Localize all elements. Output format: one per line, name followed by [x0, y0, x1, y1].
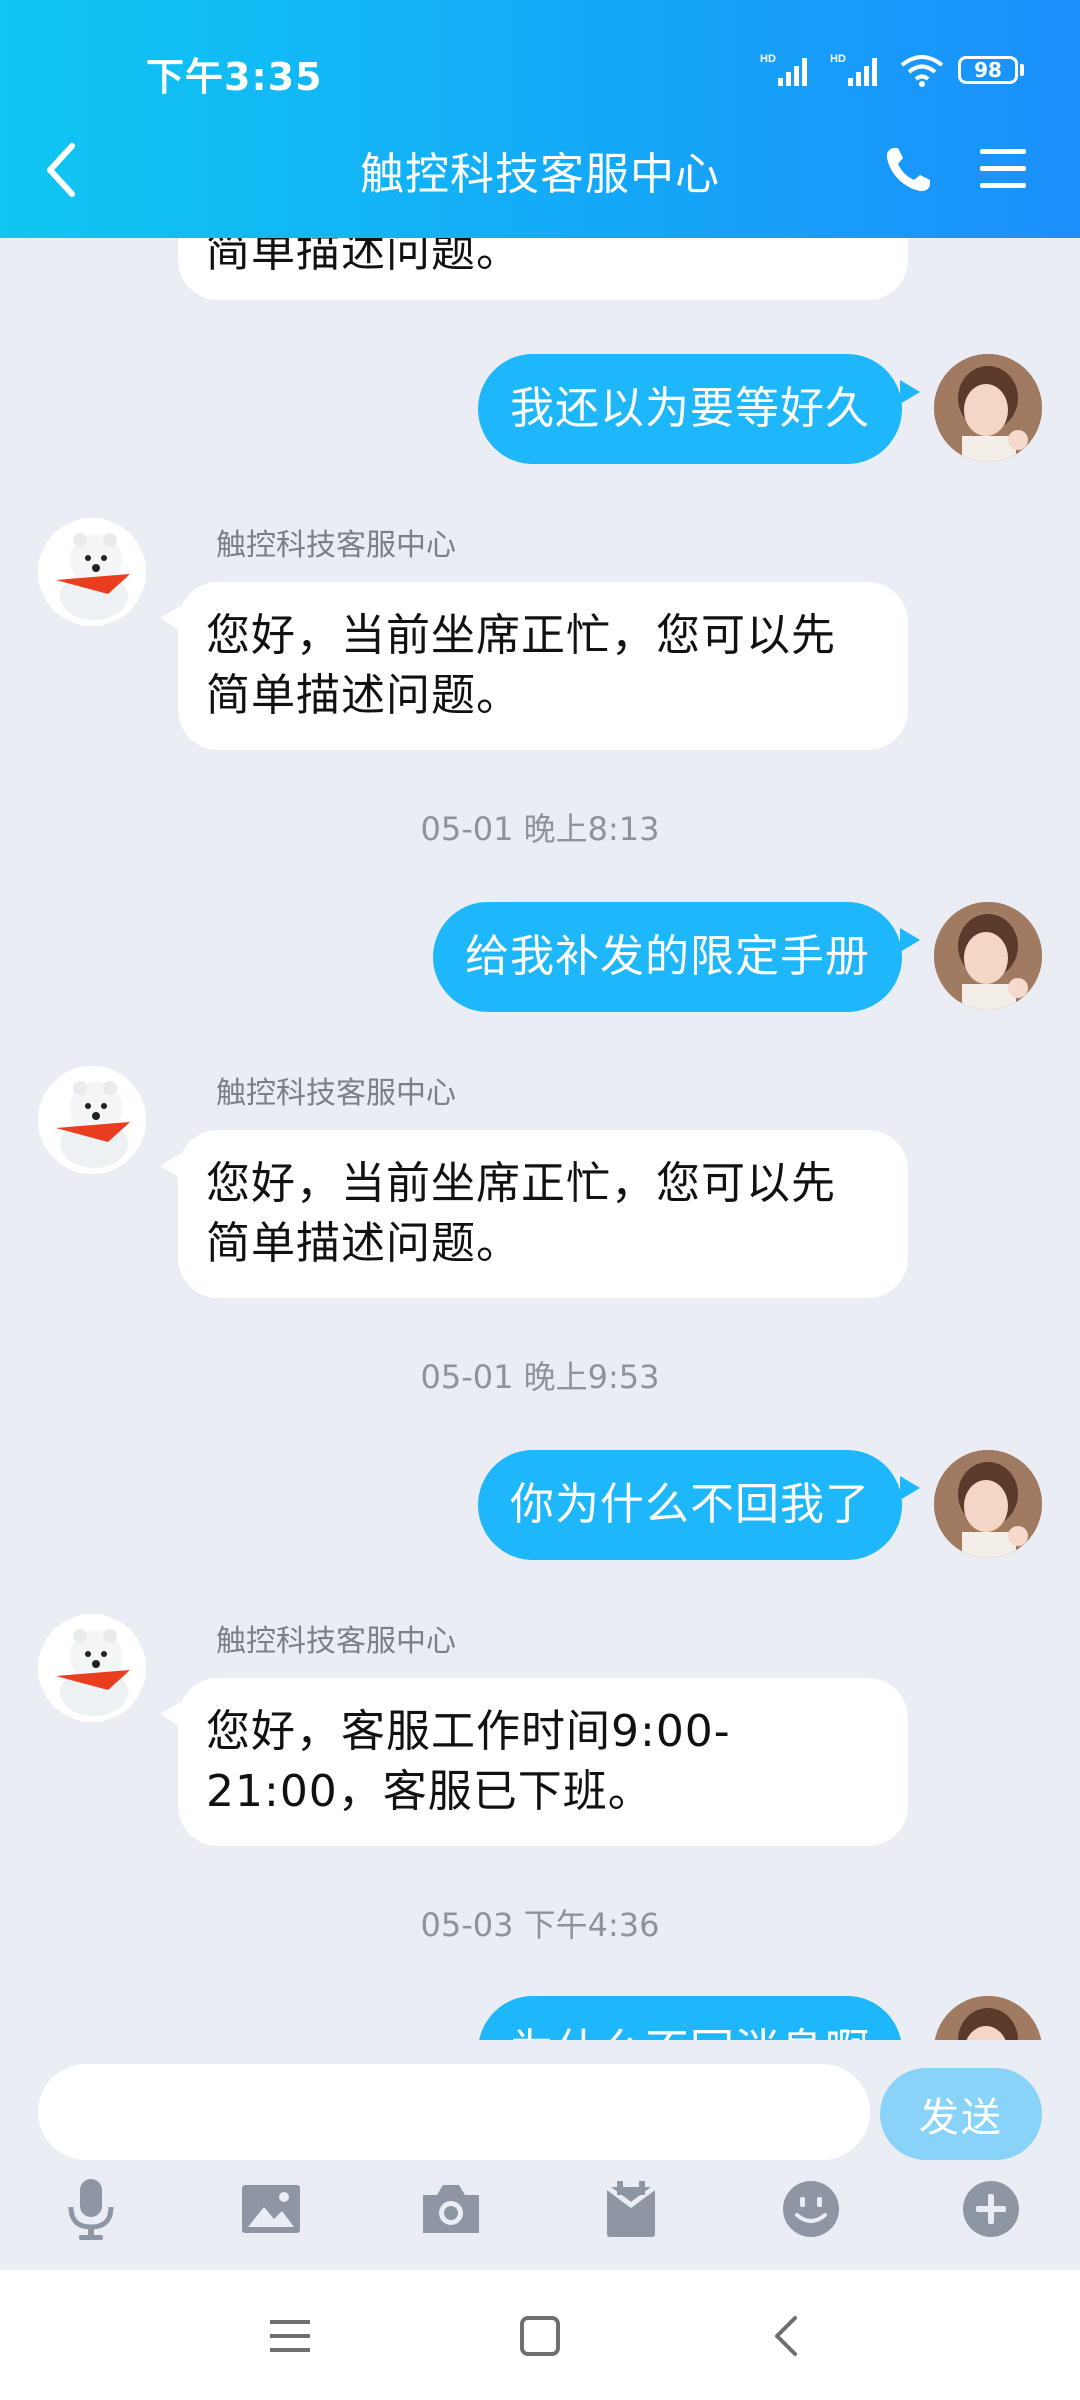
agent-avatar[interactable]: [38, 1066, 146, 1174]
message-bubble-agent: 您好，客服工作时间9:00-21:00，客服已下班。: [178, 1678, 908, 1846]
message-bubble-user: 给我补发的限定手册: [433, 902, 902, 1012]
back-nav-icon[interactable]: [756, 2306, 816, 2366]
chat-scroll-area[interactable]: 简单描述问题。 我还以为要等好久 触控科技客服中心 您好，当前坐席正忙，您可以先…: [0, 238, 1080, 2040]
message-bubble-user: 我还以为要等好久: [478, 354, 902, 464]
status-time: 下午3:35: [146, 55, 323, 99]
status-icons: HD HD 98: [760, 50, 1024, 90]
agent-avatar[interactable]: [38, 518, 146, 626]
user-avatar[interactable]: [934, 902, 1042, 1010]
agent-avatar[interactable]: [38, 1614, 146, 1722]
timestamp: 05-01 晚上8:13: [420, 810, 660, 848]
message-bubble-user: 你为什么不回我了: [478, 1450, 902, 1560]
plus-icon[interactable]: [956, 2174, 1026, 2244]
system-nav-bar: [0, 2270, 1080, 2400]
svg-text:HD: HD: [760, 53, 776, 65]
wifi-icon: [900, 55, 944, 87]
signal-icon: HD: [760, 53, 807, 86]
sender-name: 触控科技客服中心: [216, 528, 456, 563]
battery-level: 98: [958, 56, 1018, 84]
message-bubble-agent: 您好，当前坐席正忙，您可以先简单描述问题。: [178, 582, 908, 750]
user-avatar[interactable]: [934, 1996, 1042, 2040]
gift-icon[interactable]: [596, 2174, 666, 2244]
battery-indicator: 98: [958, 56, 1024, 84]
app-header: 下午3:35 HD HD 98 触控科技客服中心: [0, 0, 1080, 238]
image-icon[interactable]: [236, 2174, 306, 2244]
signal-icon: HD: [830, 53, 877, 86]
timestamp: 05-01 晚上9:53: [420, 1358, 660, 1396]
microphone-icon[interactable]: [56, 2174, 126, 2244]
message-bubble-user: 为什么不回消息啊: [478, 1996, 902, 2040]
home-icon[interactable]: [510, 2306, 570, 2366]
phone-icon[interactable]: [880, 142, 936, 198]
timestamp: 05-03 下午4:36: [420, 1906, 660, 1944]
message-bubble-agent: 简单描述问题。: [178, 238, 908, 300]
emoji-icon[interactable]: [776, 2174, 846, 2244]
input-bar: 发送: [0, 2040, 1080, 2270]
camera-icon[interactable]: [416, 2174, 486, 2244]
sender-name: 触控科技客服中心: [216, 1624, 456, 1659]
svg-text:HD: HD: [830, 53, 846, 65]
message-bubble-agent: 您好，当前坐席正忙，您可以先简单描述问题。: [178, 1130, 908, 1298]
sender-name: 触控科技客服中心: [216, 1076, 456, 1111]
recent-apps-icon[interactable]: [260, 2306, 320, 2366]
menu-icon[interactable]: [976, 144, 1030, 194]
user-avatar[interactable]: [934, 1450, 1042, 1558]
send-button[interactable]: 发送: [880, 2068, 1042, 2160]
message-input[interactable]: [38, 2064, 870, 2160]
user-avatar[interactable]: [934, 354, 1042, 462]
